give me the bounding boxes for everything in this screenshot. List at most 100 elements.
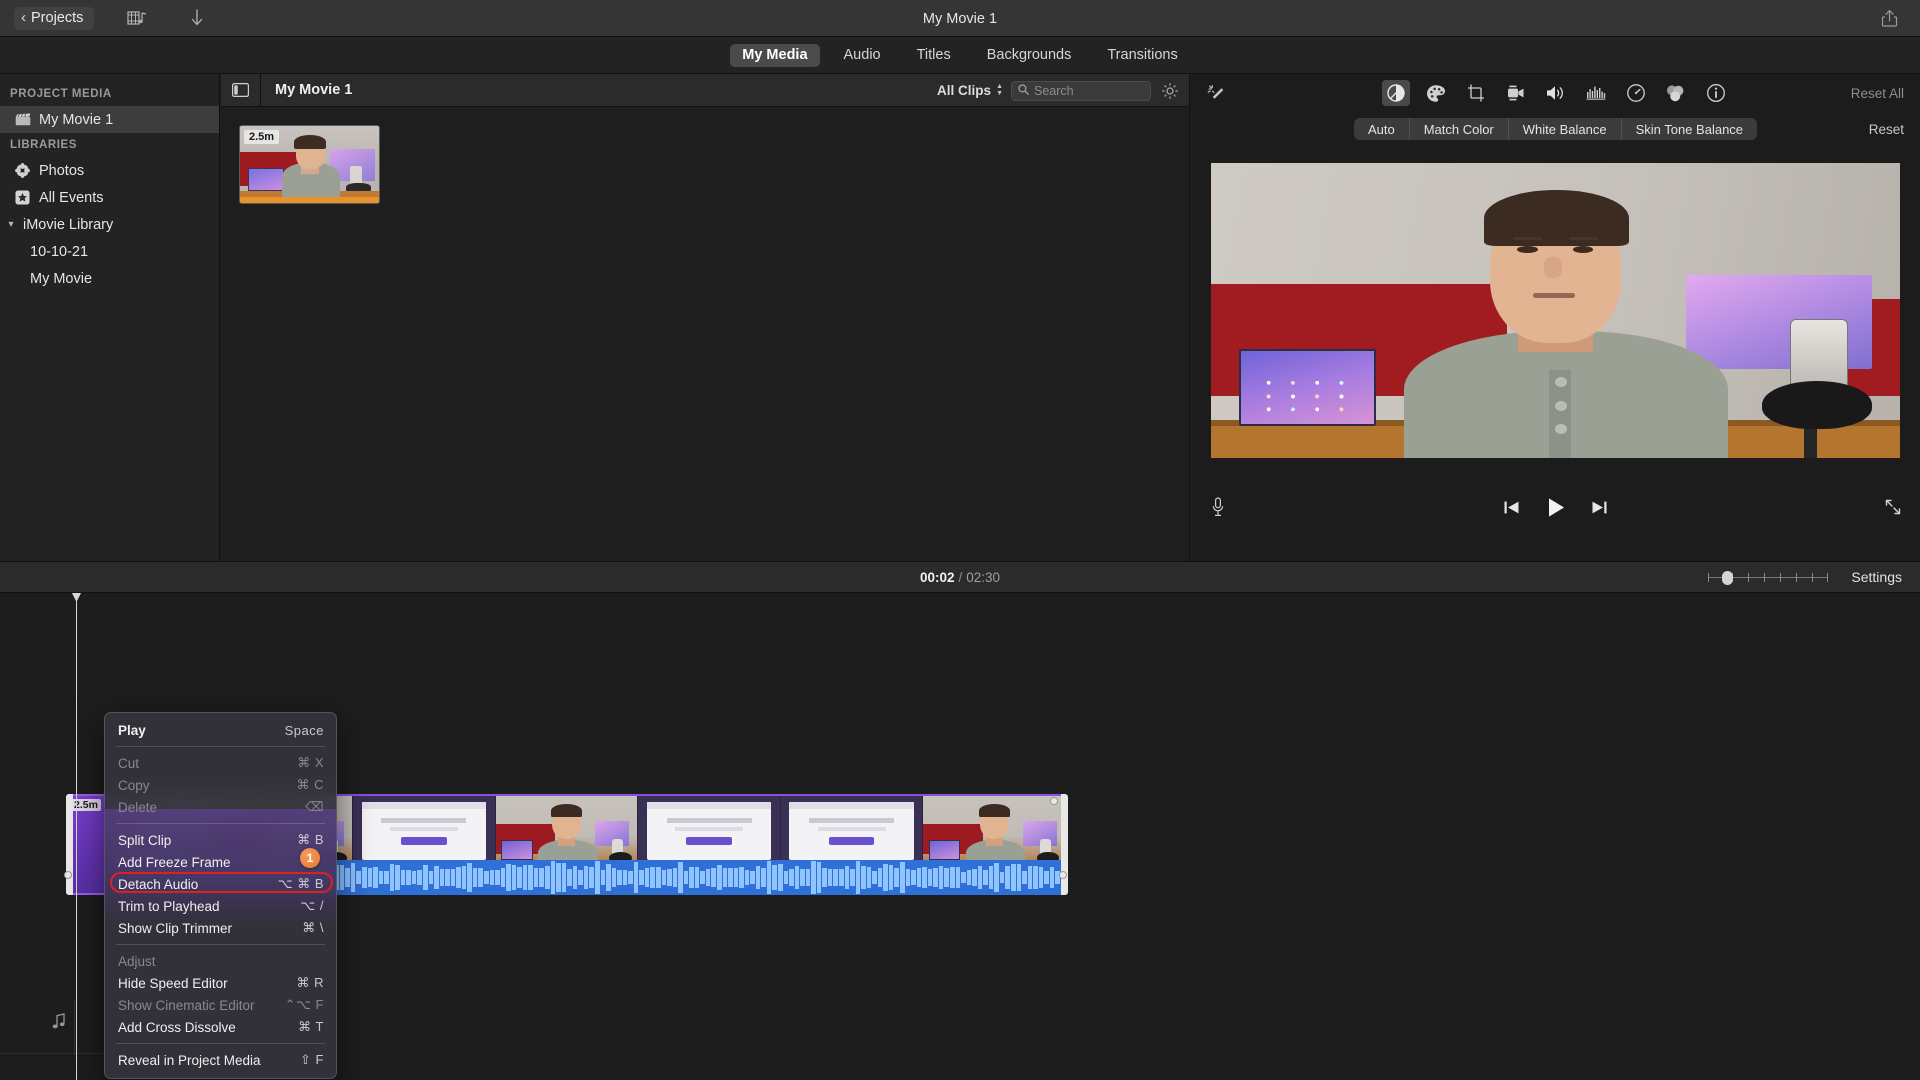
sidebar-item-label: My Movie 1 — [39, 111, 114, 128]
noise-reduction-icon[interactable] — [1582, 80, 1610, 106]
sidebar-item-imovie-library[interactable]: ▾ iMovie Library — [0, 211, 219, 238]
color-correction-icon[interactable] — [1422, 80, 1450, 106]
waveform-bar — [395, 865, 400, 890]
info-icon[interactable] — [1702, 80, 1730, 106]
play-icon[interactable] — [1545, 496, 1567, 518]
reset-button[interactable]: Reset — [1869, 122, 1904, 137]
menu-item-reveal-in-project-media[interactable]: Reveal in Project Media ⇧ F — [105, 1049, 336, 1071]
playhead[interactable] — [76, 593, 77, 1080]
projects-back-button[interactable]: ‹ Projects — [14, 6, 95, 30]
video-preview[interactable] — [1211, 163, 1900, 458]
waveform-bar — [1044, 871, 1049, 884]
waveform-bar — [689, 866, 694, 889]
waveform-bar — [550, 861, 556, 894]
stabilization-icon[interactable] — [1502, 80, 1530, 106]
waveform-bar — [655, 866, 661, 889]
color-balance-icon[interactable] — [1381, 80, 1410, 106]
browser-toolbar-right: All Clips ▲ ▼ — [937, 74, 1181, 107]
all-clips-dropdown[interactable]: All Clips ▲ ▼ — [937, 83, 1003, 98]
waveform-bar — [783, 870, 789, 885]
tab-audio[interactable]: Audio — [832, 44, 893, 67]
segment-match-color[interactable]: Match Color — [1408, 118, 1508, 140]
segment-white-balance[interactable]: White Balance — [1507, 118, 1621, 140]
skip-forward-icon[interactable] — [1589, 496, 1611, 518]
music-note-icon[interactable] — [48, 1010, 70, 1032]
menu-item-hide-speed-editor[interactable]: Hide Speed Editor ⌘ R — [105, 972, 336, 994]
menu-item-add-cross-dissolve[interactable]: Add Cross Dissolve ⌘ T — [105, 1016, 336, 1038]
clip-used-indicator — [240, 197, 379, 203]
zoom-slider[interactable] — [1708, 570, 1828, 585]
waveform-bar — [772, 864, 777, 891]
download-arrow-icon[interactable] — [180, 5, 214, 31]
sidebar-item-my-movie-1[interactable]: My Movie 1 — [0, 106, 219, 133]
fullscreen-icon[interactable] — [1882, 496, 1904, 518]
waveform-bar — [434, 866, 439, 889]
tab-backgrounds[interactable]: Backgrounds — [975, 44, 1084, 67]
sidebar-item-event-10-10-21[interactable]: 10-10-21 — [0, 238, 219, 265]
waveform-bar — [805, 868, 811, 887]
waveform-bar — [861, 865, 866, 890]
film-music-icon[interactable] — [120, 5, 154, 31]
skip-back-icon[interactable] — [1501, 496, 1523, 518]
waveform-bar — [672, 868, 678, 887]
sidebar-item-label: iMovie Library — [23, 216, 114, 233]
waveform-bar — [389, 863, 395, 892]
zoom-slider-track[interactable] — [1708, 570, 1828, 585]
magic-wand-icon[interactable] — [1204, 82, 1228, 106]
filters-icon[interactable] — [1662, 80, 1690, 106]
waveform-bar — [1005, 866, 1010, 889]
sidebar-item-photos[interactable]: Photos — [0, 157, 219, 184]
speed-icon[interactable] — [1622, 80, 1650, 106]
search-box[interactable] — [1011, 80, 1151, 101]
waveform-bar — [933, 867, 938, 888]
waveform-bar — [467, 862, 472, 893]
media-clip-item[interactable]: 2.5m — [239, 125, 380, 204]
tab-titles[interactable]: Titles — [905, 44, 963, 67]
clip-fade-handle-end[interactable] — [1059, 871, 1067, 879]
tab-my-media[interactable]: My Media — [730, 43, 820, 67]
waveform-bar — [628, 870, 633, 885]
timeline-settings-button[interactable]: Settings — [1851, 569, 1902, 585]
menu-item-shortcut: ⇧ F — [300, 1052, 324, 1067]
search-input[interactable] — [1034, 83, 1144, 98]
menu-item-show-clip-trimmer[interactable]: Show Clip Trimmer ⌘ \ — [105, 917, 336, 939]
sidebar-item-label: All Events — [39, 189, 104, 206]
menu-item-label: Cut — [118, 755, 140, 771]
menu-item-shortcut: ⌘ R — [296, 975, 324, 990]
menu-item-copy: Copy ⌘ C — [105, 774, 336, 796]
sidebar-item-all-events[interactable]: All Events — [0, 184, 219, 211]
menu-item-trim-to-playhead[interactable]: Trim to Playhead ⌥ / — [105, 895, 336, 917]
clip-trim-handle-right[interactable] — [1061, 794, 1068, 895]
waveform-bar — [750, 870, 755, 885]
waveform-bar — [661, 869, 667, 886]
waveform-bar — [506, 863, 511, 891]
waveform-bar — [511, 865, 517, 890]
tab-transitions[interactable]: Transitions — [1095, 44, 1189, 67]
share-icon[interactable] — [1876, 6, 1902, 30]
zoom-slider-knob[interactable] — [1722, 570, 1733, 585]
menu-item-detach-audio[interactable]: Detach Audio ⌥ ⌘ B — [105, 873, 336, 895]
crop-icon[interactable] — [1462, 80, 1490, 106]
menu-item-play[interactable]: Play Space — [105, 719, 336, 741]
menu-item-label: Add Freeze Frame — [118, 854, 231, 870]
sidebar-toggle-icon[interactable] — [221, 73, 261, 107]
voiceover-mic-icon[interactable] — [1207, 496, 1229, 518]
volume-icon[interactable] — [1542, 80, 1570, 106]
segment-skin-tone-balance[interactable]: Skin Tone Balance — [1620, 118, 1757, 140]
menu-item-split-clip[interactable]: Split Clip ⌘ B — [105, 829, 336, 851]
clip-trim-handle-left[interactable] — [66, 794, 73, 895]
reset-all-button[interactable]: Reset All — [1851, 86, 1904, 101]
chevron-down-icon[interactable]: ▾ — [4, 219, 18, 230]
gear-icon[interactable] — [1159, 80, 1181, 102]
menu-separator — [116, 823, 325, 824]
clip-fade-handle-start[interactable] — [64, 871, 72, 879]
waveform-bar — [800, 868, 805, 887]
sidebar-item-event-my-movie[interactable]: My Movie — [0, 265, 219, 292]
clip-volume-handle[interactable] — [1050, 797, 1058, 805]
context-menu[interactable]: Play Space Cut ⌘ X Copy ⌘ C Delete ⌫ Split Clip ⌘… — [104, 712, 337, 1079]
waveform-bar — [567, 868, 572, 887]
current-timecode: 00:02 — [919, 569, 955, 585]
segment-auto[interactable]: Auto — [1354, 118, 1409, 140]
waveform-bar — [877, 867, 883, 888]
waveform-bar — [872, 871, 877, 884]
